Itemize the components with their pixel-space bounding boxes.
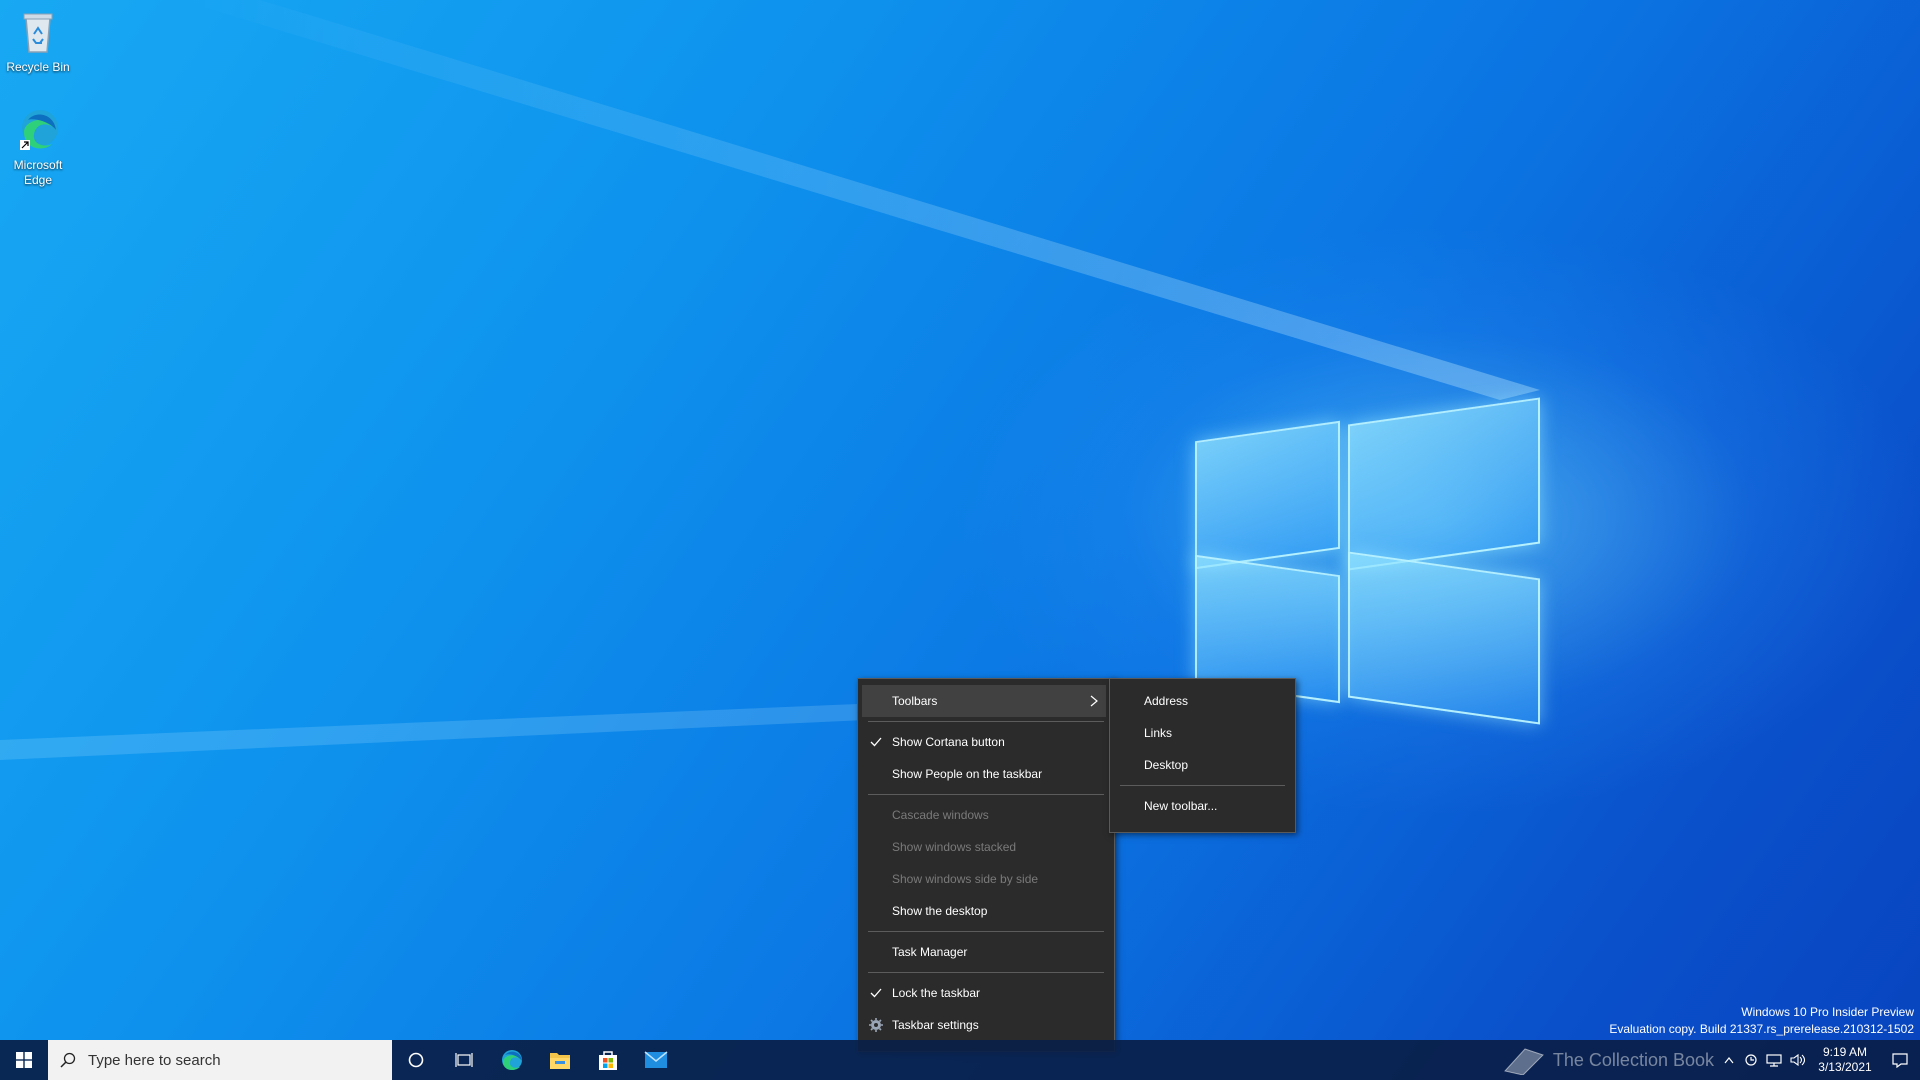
gear-icon [868,1009,884,1041]
taskbar-clock[interactable]: 9:19 AM 3/13/2021 [1810,1045,1880,1075]
menu-item-show-windows-stacked[interactable]: Show windows stacked [858,831,1114,863]
edge-icon [14,106,62,154]
chevron-right-icon [1090,685,1098,717]
menu-item-toolbars[interactable]: Toolbars [862,685,1106,717]
book-logo-icon [1503,1048,1544,1075]
desktop-icon-label: Recycle Bin [6,60,70,74]
edge-taskbar-button[interactable] [488,1040,536,1080]
system-tray: The Collection Book 9:19 AM 3/13/2021 [1501,1040,1920,1080]
build-watermark: Windows 10 Pro Insider Preview Evaluatio… [1609,1004,1914,1038]
network-icon [1766,1054,1782,1067]
update-tray-button[interactable] [1740,1040,1762,1080]
file-explorer-button[interactable] [536,1040,584,1080]
search-icon [60,1052,76,1068]
action-center-button[interactable] [1880,1040,1920,1080]
menu-separator [868,721,1104,722]
brand-overlay: The Collection Book [1501,1045,1714,1075]
microsoft-store-button[interactable] [584,1040,632,1080]
menu-separator [868,931,1104,932]
windows-start-icon [16,1052,32,1068]
menu-item-task-manager[interactable]: Task Manager [858,936,1114,968]
submenu-item-desktop[interactable]: Desktop [1110,749,1295,781]
store-icon [599,1051,617,1070]
menu-item-label: Links [1144,726,1173,740]
watermark-edition: Windows 10 Pro Insider Preview [1741,1005,1914,1019]
task-view-button[interactable] [440,1040,488,1080]
start-button[interactable] [0,1040,48,1080]
menu-item-label: Address [1144,694,1189,708]
menu-item-show-people-on-taskbar[interactable]: Show People on the taskbar [858,758,1114,790]
taskbar: Type here to search The Collection Book … [0,1040,1920,1080]
update-icon [1745,1054,1757,1066]
submenu-item-address[interactable]: Address [1110,685,1295,717]
menu-item-label: Show People on the taskbar [892,767,1043,781]
menu-item-show-cortana-button[interactable]: Show Cortana button [858,726,1114,758]
mail-icon [644,1051,668,1068]
menu-separator [1120,785,1285,786]
menu-item-label: Show Cortana button [892,735,1005,749]
cortana-button[interactable] [392,1040,440,1080]
menu-item-label: Show windows side by side [892,872,1039,886]
task-view-icon [455,1053,473,1067]
cortana-icon [408,1052,424,1068]
taskbar-search-box[interactable]: Type here to search [48,1040,392,1080]
menu-item-label: Cascade windows [892,808,989,822]
menu-item-label: Desktop [1144,758,1189,772]
desktop-icon-recycle-bin[interactable]: Recycle Bin [0,8,76,75]
file-explorer-icon [550,1053,570,1069]
desktop-icon-microsoft-edge[interactable]: Microsoft Edge [0,106,76,188]
menu-item-taskbar-settings[interactable]: Taskbar settings [858,1009,1114,1041]
recycle-bin-icon [14,8,62,56]
desktop-icon-label: Microsoft Edge [13,158,63,187]
checkmark-icon [868,726,884,758]
menu-separator [868,794,1104,795]
menu-separator [868,972,1104,973]
checkmark-icon [868,977,884,1009]
menu-item-show-the-desktop[interactable]: Show the desktop [858,895,1114,927]
clock-time: 9:19 AM [1822,1045,1868,1059]
submenu-item-links[interactable]: Links [1110,717,1295,749]
menu-item-show-windows-side-by-side[interactable]: Show windows side by side [858,863,1114,895]
menu-item-lock-the-taskbar[interactable]: Lock the taskbar [858,977,1114,1009]
watermark-build: Evaluation copy. Build 21337.rs_prerelea… [1609,1022,1914,1036]
volume-button[interactable] [1786,1040,1810,1080]
menu-item-label: Task Manager [892,945,968,959]
menu-item-label: Show windows stacked [892,840,1017,854]
brand-text: The Collection Book [1552,1049,1714,1070]
taskbar-context-menu: Toolbars Show Cortana button Show People… [857,678,1115,1052]
mail-button[interactable] [632,1040,680,1080]
notification-icon [1892,1053,1908,1068]
chevron-up-icon [1724,1057,1734,1064]
menu-item-label: Toolbars [892,694,938,708]
submenu-item-new-toolbar[interactable]: New toolbar... [1110,790,1295,822]
volume-icon [1790,1053,1806,1067]
network-button[interactable] [1762,1040,1786,1080]
menu-item-label: Lock the taskbar [892,986,981,1000]
menu-item-label: Taskbar settings [892,1018,979,1032]
toolbars-submenu: Address Links Desktop New toolbar... [1109,678,1296,833]
edge-icon [502,1050,522,1070]
search-placeholder: Type here to search [88,1051,221,1069]
clock-date: 3/13/2021 [1818,1060,1872,1074]
menu-item-label: Show the desktop [892,904,988,918]
menu-item-cascade-windows[interactable]: Cascade windows [858,799,1114,831]
menu-item-label: New toolbar... [1144,799,1218,813]
show-hidden-icons-button[interactable] [1718,1040,1740,1080]
